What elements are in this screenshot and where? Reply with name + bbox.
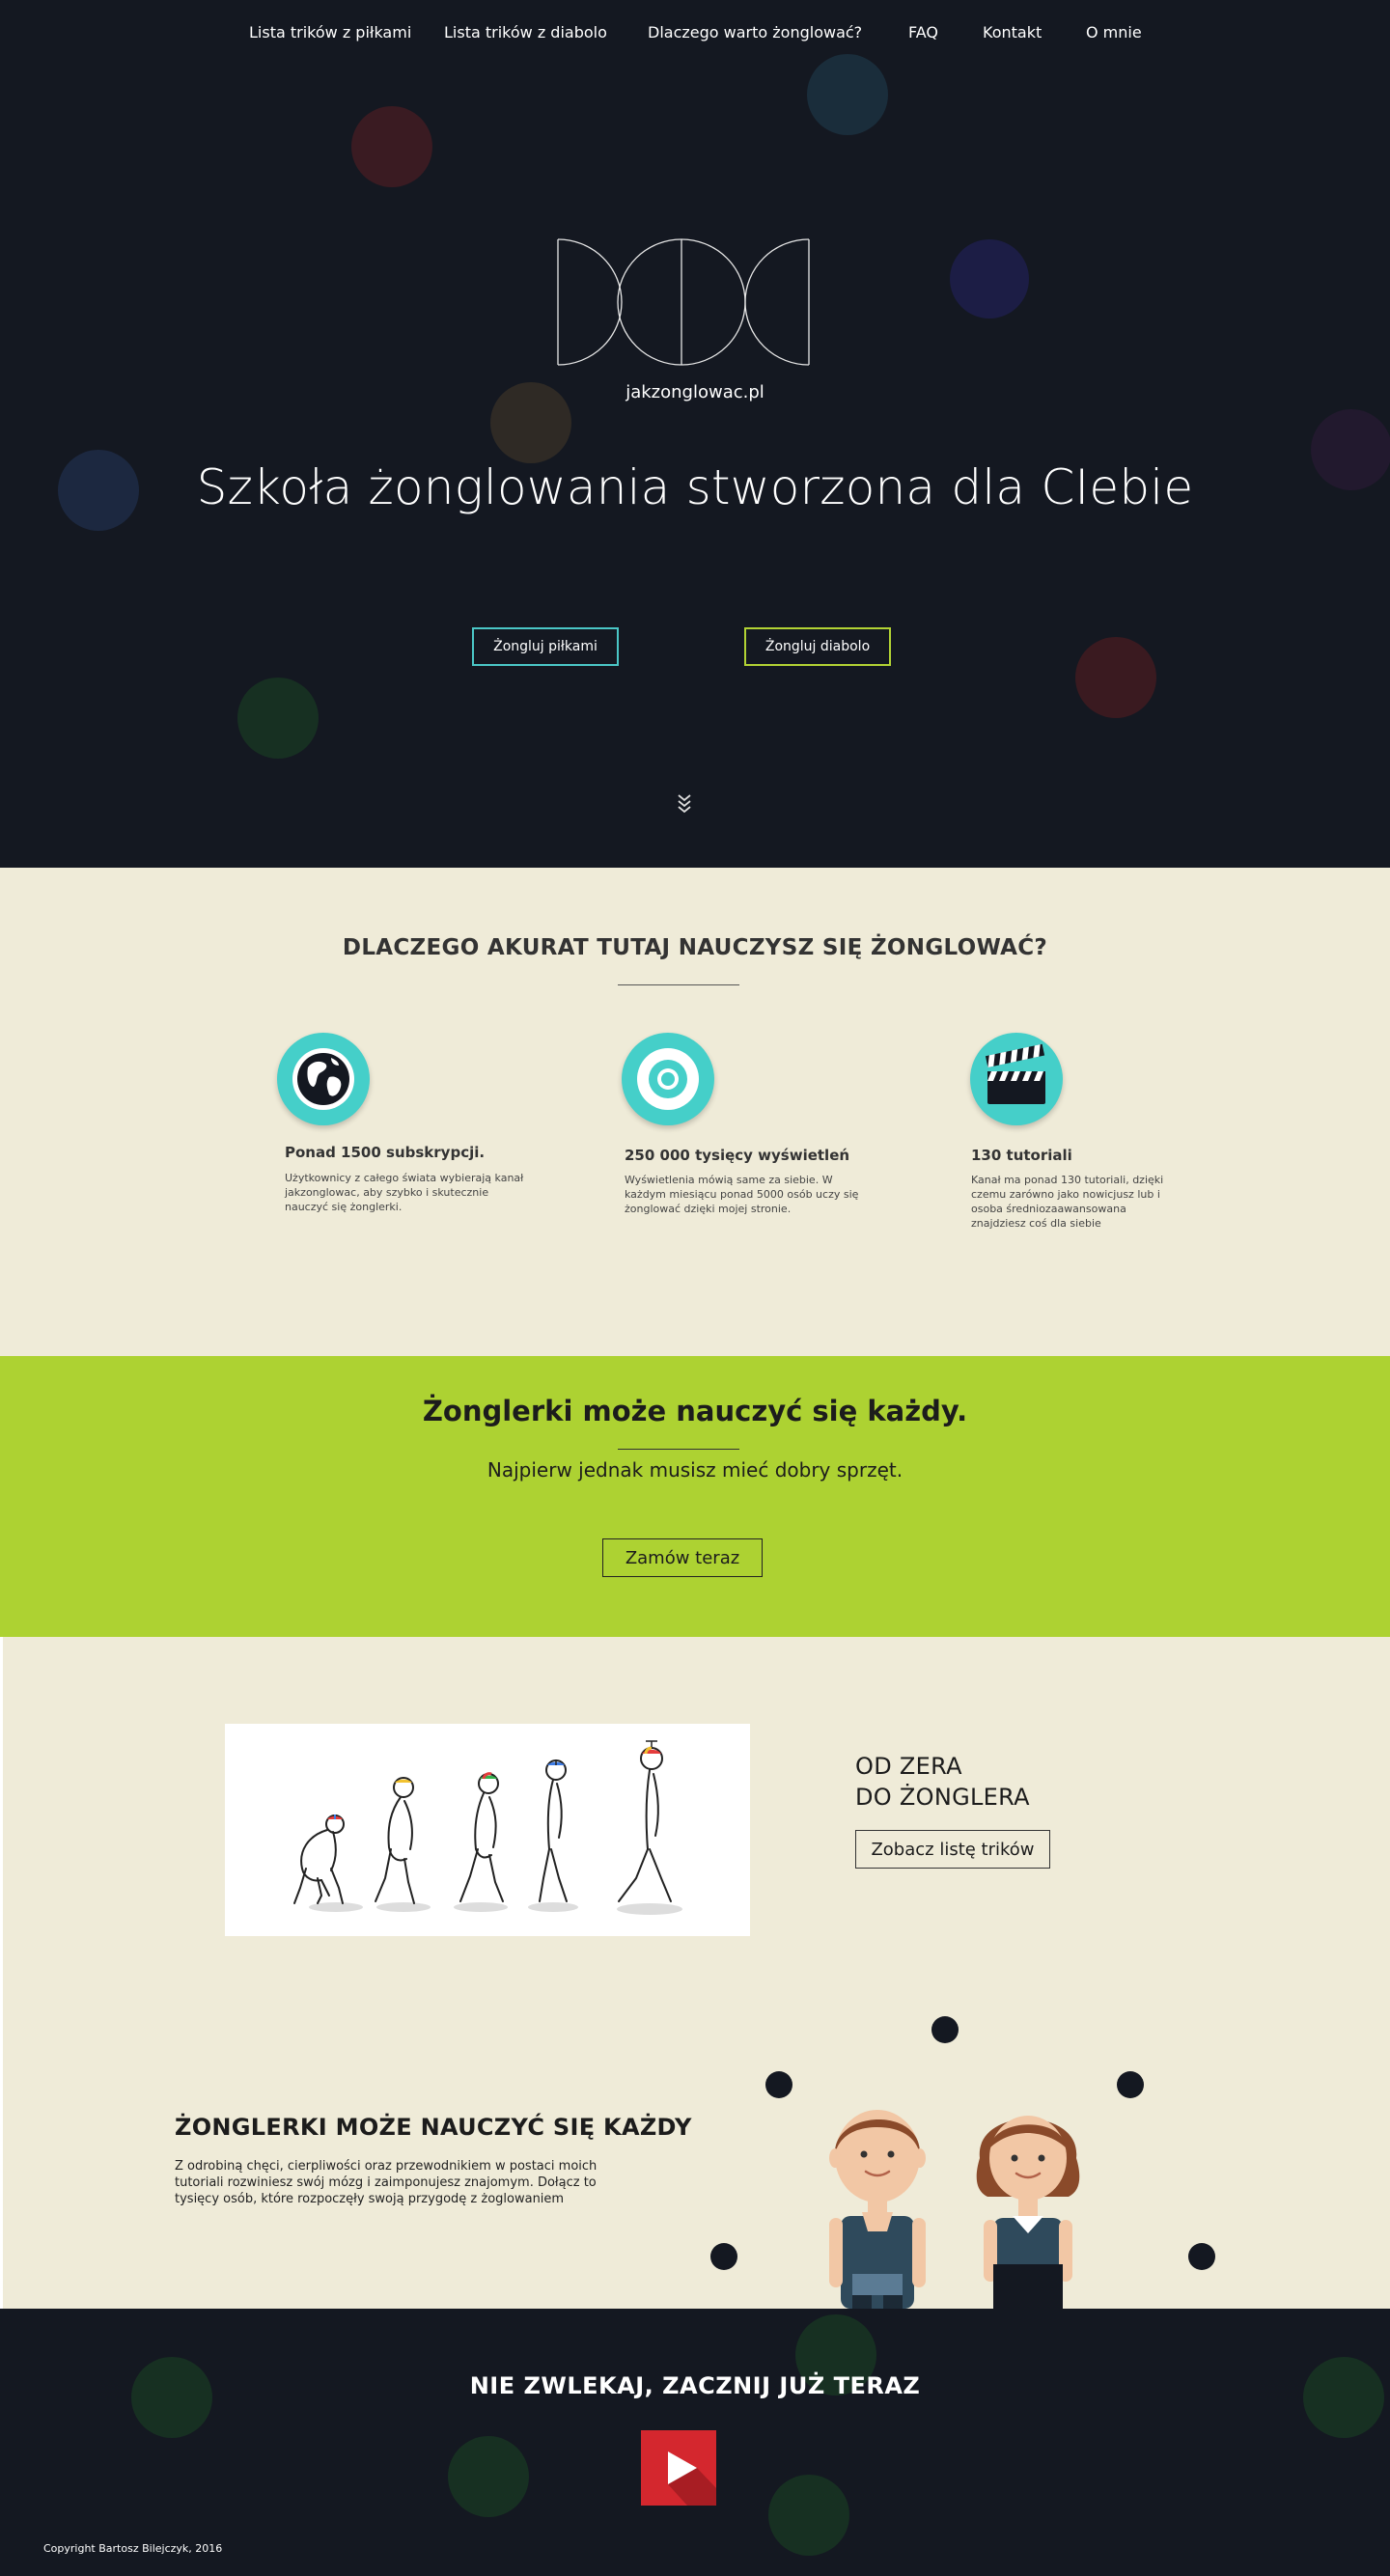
title-divider [618,984,739,985]
juggle-balls-button[interactable]: Żongluj piłkami [472,627,619,666]
juggling-kids-illustration [710,2016,1215,2309]
footer-cta-title: NIE ZWLEKAJ, ZACZNIJ JUŻ TERAZ [469,2372,921,2399]
feature-title: 130 tutoriali [971,1147,1072,1164]
evolution-illustration [225,1724,750,1936]
decor-dot [448,2436,529,2517]
hero-section: Lista trików z piłkami Lista trików z di… [0,0,1390,868]
feature-title: Ponad 1500 subskrypcji. [285,1144,486,1161]
juggle-diabolo-button[interactable]: Żongluj diabolo [744,627,891,666]
nav-link-diabolo-tricks[interactable]: Lista trików z diabolo [444,23,607,42]
site-name: jakzonglowac.pl [626,382,764,402]
feature-desc: Kanał ma ponad 130 tutoriali, dzięki cze… [971,1174,1164,1230]
decor-dot [768,2475,849,2556]
decor-dot [237,678,319,759]
nav-link-why-juggle[interactable]: Dlaczego warto żonglować? [648,23,862,42]
main-nav: Lista trików z piłkami Lista trików z di… [0,23,1390,46]
from-zero-title-line1: OD ZERA [855,1753,962,1780]
chevron-double-down-icon[interactable] [676,789,693,815]
equipment-cta-section: Żonglerki może nauczyć się każdy. Najpie… [0,1356,1390,1637]
section-title: DLACZEGO AKURAT TUTAJ NAUCZYSZ SIĘ ŻONGL… [342,935,1048,960]
see-tricks-button[interactable]: Zobacz listę trików [855,1830,1050,1869]
from-zero-title-line2: DO ŻONGLERA [855,1784,1030,1811]
copyright-text: Copyright Bartosz Bilejczyk, 2016 [43,2542,223,2555]
anyone-text: Z odrobiną chęci, cierpliwości oraz prze… [175,2159,598,2206]
cta-subtitle: Najpierw jednak musisz mieć dobry sprzęt… [486,1458,904,1482]
nav-link-contact[interactable]: Kontakt [983,23,1042,42]
feature-desc: Wyświetlenia mówią same za siebie. W każ… [625,1174,859,1215]
order-now-button[interactable]: Zamów teraz [602,1538,763,1577]
title-divider [618,1449,739,1450]
youtube-play-icon[interactable] [641,2430,716,2506]
globe-icon [277,1033,370,1125]
clapperboard-icon [970,1033,1063,1125]
cta-title: Żonglerki może nauczyć się każdy. [422,1395,968,1427]
decor-dot [807,54,888,135]
feature-title: 250 000 tysięcy wyświetleń [625,1147,850,1164]
footer-section: NIE ZWLEKAJ, ZACZNIJ JUŻ TERAZ Copyright… [0,2309,1390,2576]
hero-title: Szkoła żonglowania stworzona dla CIebie [196,459,1194,515]
why-section: DLACZEGO AKURAT TUTAJ NAUCZYSZ SIĘ ŻONGL… [0,868,1390,1356]
decor-dot [950,239,1029,319]
anyone-title: ŻONGLERKI MOŻE NAUCZYĆ SIĘ KAŻDY [175,2114,692,2141]
logo-icon[interactable] [556,237,811,367]
feature-desc: Użytkownicy z całego świata wybierają ka… [285,1172,524,1213]
from-zero-title: OD ZERA DO ŻONGLERA [855,1751,1030,1813]
eye-icon [622,1033,714,1125]
nav-link-about[interactable]: O mnie [1086,23,1142,42]
decor-dot [1075,637,1156,718]
nav-link-ball-tricks[interactable]: Lista trików z piłkami [249,23,411,42]
from-zero-section: OD ZERA DO ŻONGLERA Zobacz listę trików … [0,1637,1390,2309]
nav-link-faq[interactable]: FAQ [908,23,938,42]
decor-dot [351,106,432,187]
